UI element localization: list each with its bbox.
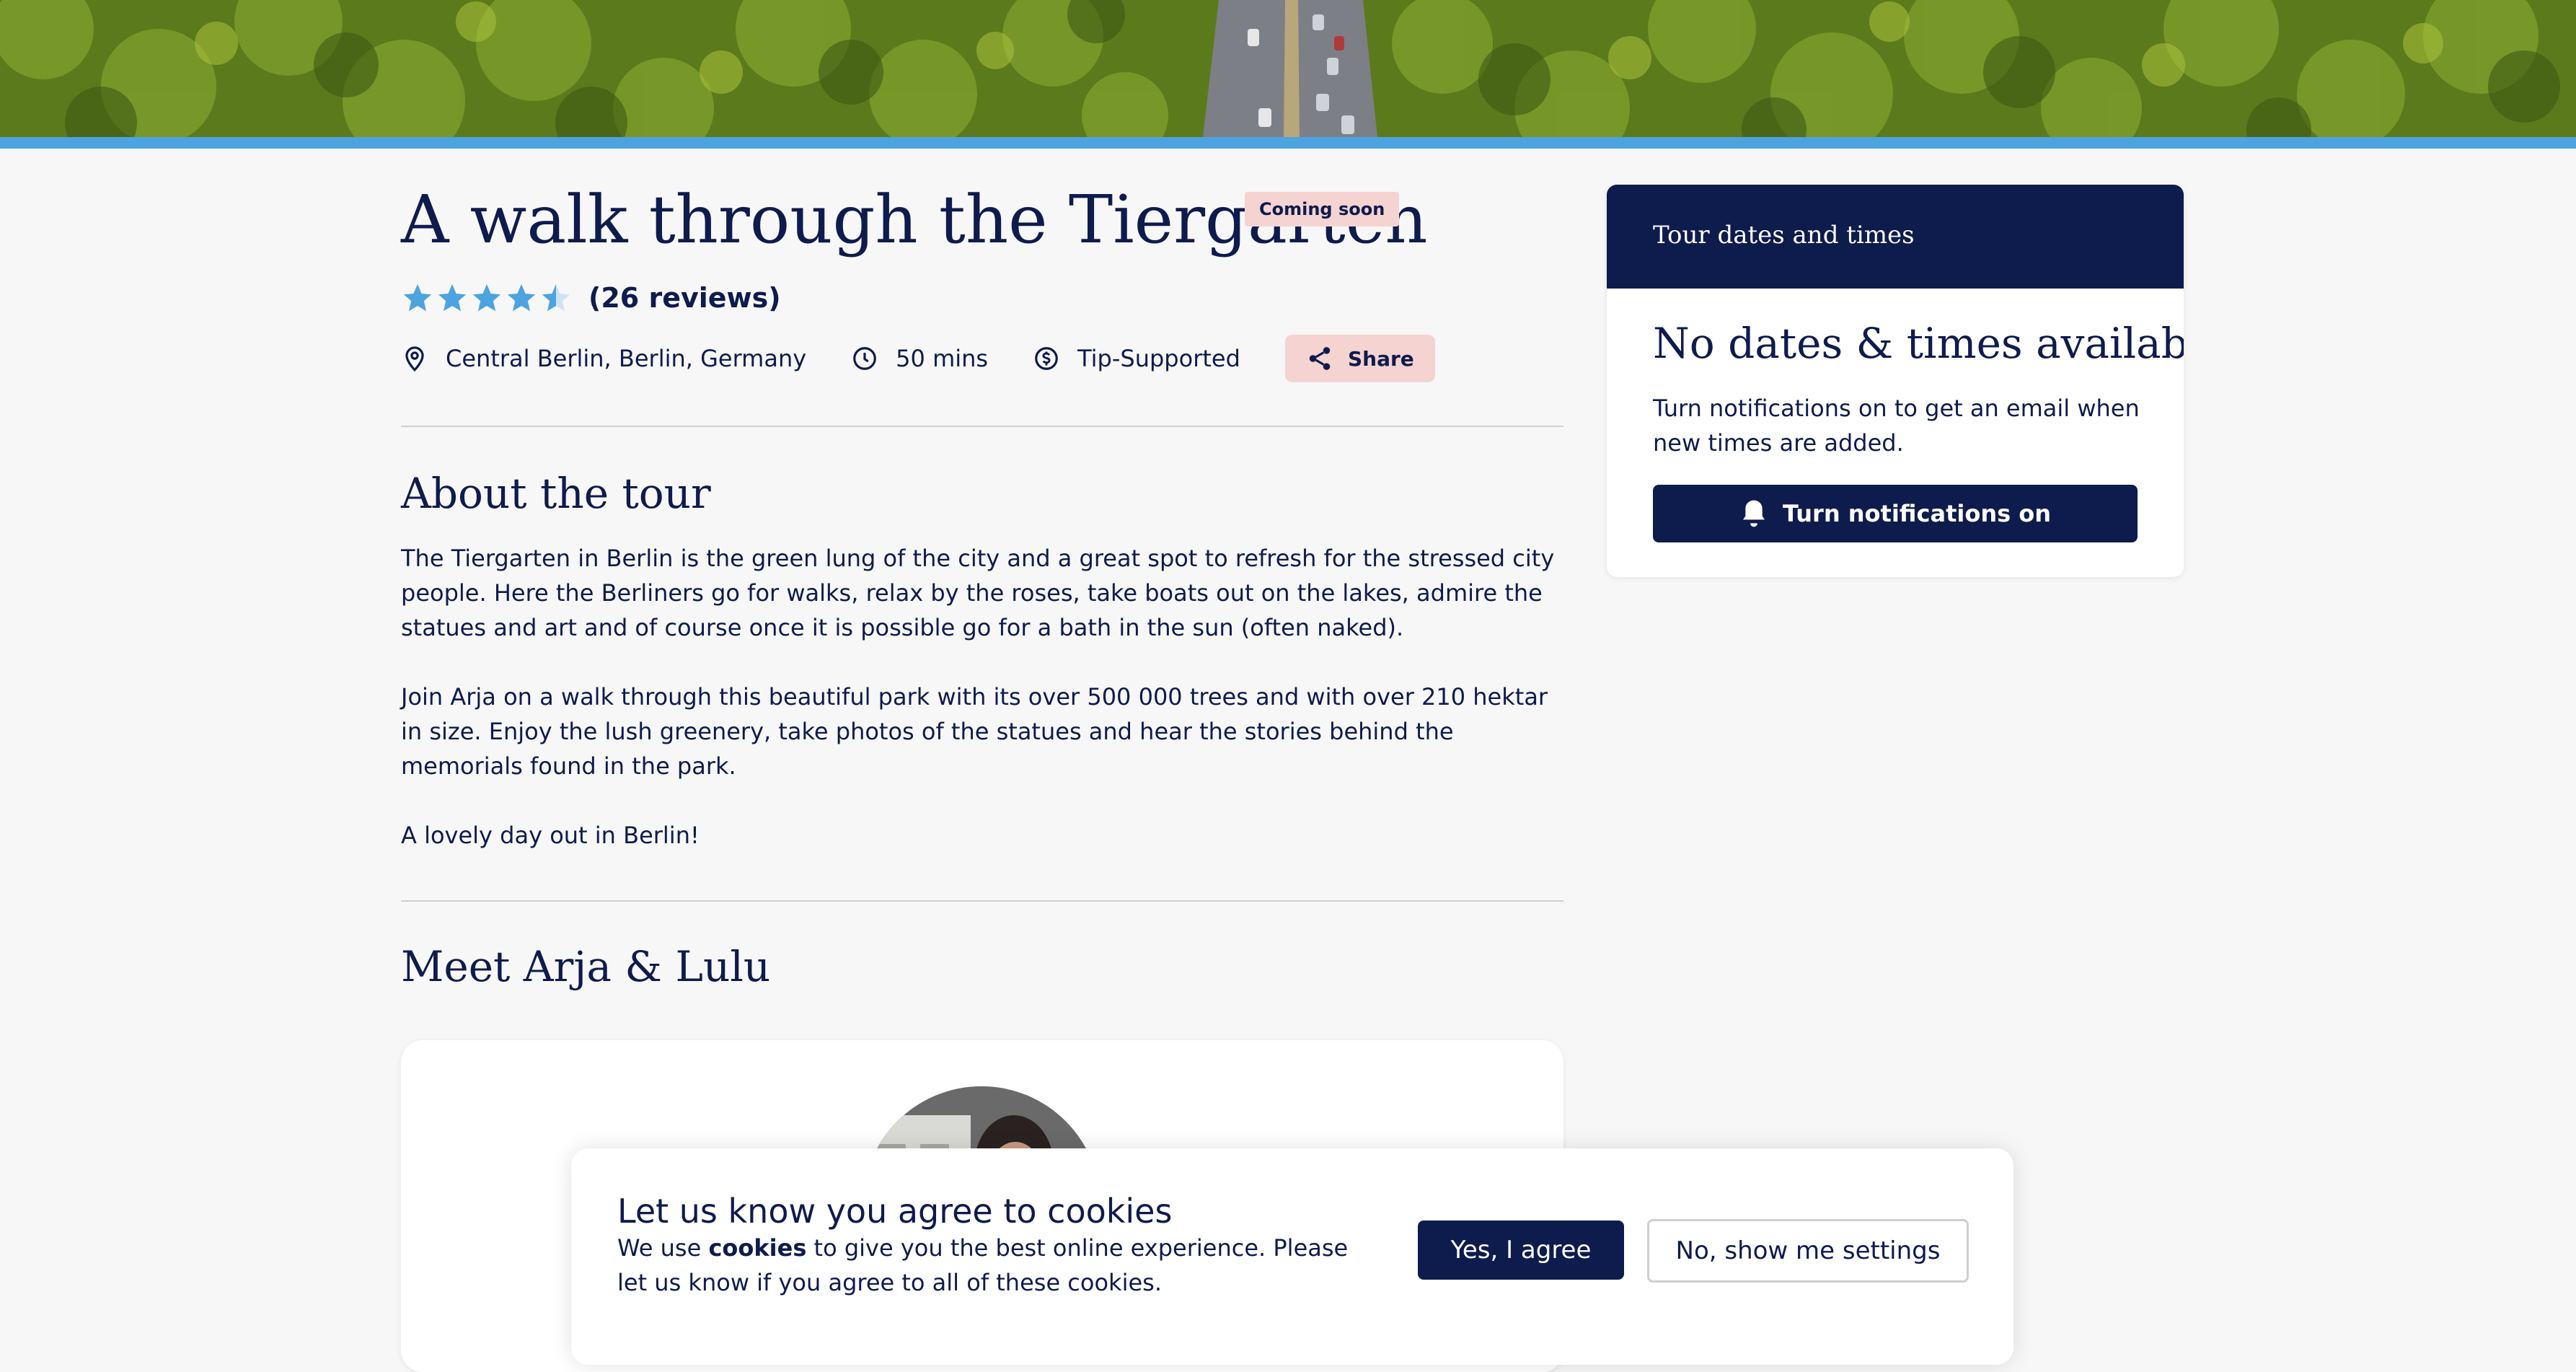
turn-notifications-on-button[interactable]: Turn notifications on <box>1653 485 2138 542</box>
cookie-text: We use cookies to give you the best onli… <box>617 1231 1375 1300</box>
tour-dates-card: Tour dates and times No dates & times av… <box>1607 185 2184 577</box>
no-dates-title: No dates & times available <box>1653 319 2184 368</box>
hosts-heading: Meet Arja & Lulu <box>401 942 771 991</box>
about-paragraph: A lovely day out in Berlin! <box>401 822 700 849</box>
share-button[interactable]: Share <box>1284 335 1435 382</box>
cookie-text-prefix: We use <box>617 1234 709 1262</box>
divider <box>401 426 1563 427</box>
star-icon <box>507 283 536 312</box>
cookie-text-bold: cookies <box>708 1234 807 1262</box>
cookie-banner: Let us know you agree to cookies We use … <box>571 1148 2013 1365</box>
divider <box>401 900 1563 902</box>
notification-info-text: Turn notifications on to get an email wh… <box>1653 395 2140 457</box>
rating[interactable]: (26 reviews) <box>401 278 781 318</box>
hero-accent-bar <box>0 137 2576 149</box>
meta-location: Central Berlin, Berlin, Germany <box>401 345 806 372</box>
hero-trees-road-image <box>0 0 2576 137</box>
agree-cookies-button[interactable]: Yes, I agree <box>1418 1221 1624 1280</box>
about-paragraph: Join Arja on a walk through this beautif… <box>401 683 1548 780</box>
star-icon <box>438 283 467 312</box>
share-icon <box>1309 347 1331 370</box>
duration-text: 50 mins <box>896 345 989 372</box>
bell-icon <box>1742 500 1765 527</box>
star-icon <box>472 283 501 312</box>
tour-dates-header-label: Tour dates and times <box>1653 221 1915 250</box>
meta-duration: 50 mins <box>851 345 988 372</box>
status-badge: Coming soon <box>1245 192 1400 227</box>
cookie-settings-button[interactable]: No, show me settings <box>1647 1219 1969 1283</box>
star-half-icon <box>542 283 570 312</box>
meta-price: Tip-Supported <box>1033 345 1240 372</box>
tour-meta: Central Berlin, Berlin, Germany 50 mins … <box>401 333 1435 384</box>
dollar-coin-icon <box>1035 347 1058 370</box>
price-type-text: Tip-Supported <box>1077 345 1240 372</box>
clock-icon <box>853 347 877 370</box>
location-text: Central Berlin, Berlin, Germany <box>446 345 807 372</box>
turn-notifications-on-label: Turn notifications on <box>1782 500 2052 527</box>
share-label: Share <box>1347 346 1414 371</box>
about-heading: About the tour <box>401 469 711 518</box>
reviews-count[interactable]: (26 reviews) <box>588 282 781 314</box>
cookie-title: Let us know you agree to cookies <box>617 1192 1173 1231</box>
tour-dates-header: Tour dates and times <box>1607 185 2184 289</box>
about-paragraph: The Tiergarten in Berlin is the green lu… <box>401 545 1555 641</box>
map-pin-icon <box>405 346 424 372</box>
hero-image <box>0 0 2576 137</box>
star-icon <box>403 283 432 312</box>
